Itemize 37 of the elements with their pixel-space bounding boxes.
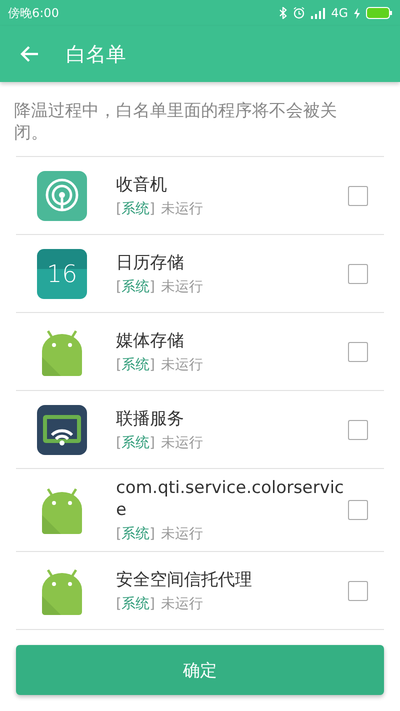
app-name: 媒体存储	[116, 330, 185, 352]
screen-cast-icon	[37, 404, 87, 454]
app-tag: [系统]	[116, 594, 155, 612]
checkbox[interactable]	[348, 500, 368, 520]
confirm-button[interactable]: 确定	[16, 645, 384, 695]
app-status: 未运行	[160, 525, 203, 543]
battery-icon	[366, 7, 392, 19]
app-tag: [系统]	[116, 525, 155, 543]
app-tag: [系统]	[116, 434, 155, 452]
network-type: 4G	[331, 6, 348, 20]
app-status: 未运行	[160, 278, 203, 296]
app-name: 日历存储	[116, 252, 185, 274]
checkbox[interactable]	[348, 580, 368, 600]
calendar-icon: 16	[37, 248, 87, 298]
app-name: 收音机	[116, 174, 168, 196]
alarm-icon	[293, 7, 306, 19]
signal-icon	[311, 8, 326, 18]
app-status: 未运行	[160, 594, 203, 612]
app-tag: [系统]	[116, 278, 155, 296]
checkbox[interactable]	[348, 342, 368, 362]
checkbox[interactable]	[348, 186, 368, 206]
app-name: 安全空间信托代理	[116, 568, 253, 590]
app-tag: [系统]	[116, 356, 155, 374]
charging-icon	[354, 8, 360, 18]
app-status: 未运行	[160, 434, 203, 452]
app-tag: [系统]	[116, 200, 155, 218]
description-text: 降温过程中，白名单里面的程序将不会被关闭。	[13, 100, 338, 145]
app-name: com.qti.service.colorservice	[116, 477, 345, 521]
checkbox[interactable]	[348, 420, 368, 440]
app-status: 未运行	[160, 356, 203, 374]
status-time: 傍晚6:00	[8, 4, 59, 22]
checkbox[interactable]	[348, 264, 368, 284]
bluetooth-icon	[279, 7, 288, 19]
app-status: 未运行	[160, 200, 203, 218]
page-title: 白名单	[66, 40, 126, 68]
radio-signal-icon	[37, 170, 87, 220]
app-name: 联播服务	[116, 408, 185, 430]
